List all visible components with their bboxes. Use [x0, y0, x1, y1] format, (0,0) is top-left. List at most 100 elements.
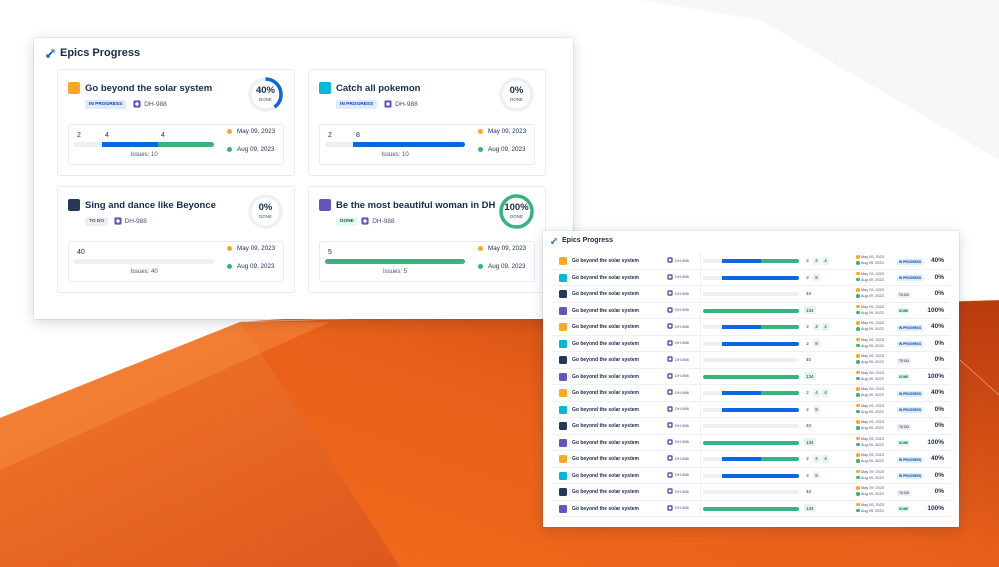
epic-icon [133, 100, 141, 108]
issue-key[interactable]: DH-988 [667, 455, 689, 461]
epic-name[interactable]: Go beyond the solar system [572, 357, 639, 363]
issue-key[interactable]: DH-988 [113, 217, 147, 225]
end-date: Aug 09, 2023 [856, 508, 884, 514]
table-row[interactable]: Go beyond the solar system DH-988 40 May 09… [552, 352, 950, 369]
epic-name[interactable]: Go beyond the solar system [572, 440, 639, 446]
start-date-text: May 09, 2023 [861, 321, 885, 325]
end-date-text: Aug 09, 2023 [861, 261, 884, 265]
progress-segment [722, 341, 799, 346]
issue-key[interactable]: DH-988 [667, 356, 689, 362]
percent-done: 100% [927, 504, 944, 512]
issue-key-text[interactable]: DH-988 [372, 218, 394, 225]
issue-key-text[interactable]: DH-988 [675, 472, 689, 477]
epic-title[interactable]: Catch all pokemon [336, 83, 420, 94]
segment-count: 40 [77, 249, 85, 256]
issue-key[interactable]: DH-988 [667, 389, 689, 395]
start-date-text: May 09, 2023 [861, 436, 885, 441]
end-date-text: Aug 09, 2023 [861, 360, 884, 364]
table-row[interactable]: Go beyond the solar system DH-988 40 May 09… [552, 286, 950, 303]
epic-title[interactable]: Go beyond the solar system [85, 83, 212, 94]
column-divider [700, 434, 701, 451]
issue-key[interactable]: DH-988 [667, 257, 689, 263]
issue-key[interactable]: DH-988 [667, 471, 689, 478]
start-dot-icon [856, 271, 860, 276]
count-chip: 40 [806, 489, 812, 494]
table-row[interactable]: Go beyond the solar system DH-988 2 8 May 09… [552, 269, 950, 286]
issue-key-text[interactable]: DH-988 [675, 357, 689, 362]
table-row[interactable]: Go beyond the solar system DH-988 2 4 4 May 0… [552, 451, 950, 468]
end-dot-icon [856, 376, 860, 381]
epic-card[interactable]: Go beyond the solar system IN PROGRESS DH-… [57, 69, 295, 176]
table-row[interactable]: Go beyond the solar system DH-988 2 4 4 May 0… [552, 319, 950, 336]
issue-key[interactable]: DH-988 [667, 504, 689, 511]
epic-color-swatch [559, 405, 567, 414]
epic-icon [667, 438, 673, 445]
issue-key[interactable]: DH-988 [384, 100, 418, 108]
epic-name[interactable]: Go beyond the solar system [572, 489, 639, 495]
epic-name[interactable]: Go beyond the solar system [572, 423, 639, 429]
issue-key[interactable]: DH-988 [667, 323, 689, 329]
epic-name[interactable]: Go beyond the solar system [572, 258, 639, 264]
table-row[interactable]: Go beyond the solar system DH-988 134 May 0… [552, 368, 950, 385]
epic-name[interactable]: Go beyond the solar system [572, 407, 639, 413]
issue-key[interactable]: DH-988 [133, 100, 167, 108]
table-row[interactable]: Go beyond the solar system DH-988 40 May 09… [552, 484, 950, 501]
table-row[interactable]: Go beyond the solar system DH-988 134 May 0… [552, 500, 950, 517]
end-date-text: Aug 09, 2023 [237, 146, 275, 153]
progress-segment [74, 259, 214, 264]
issue-key[interactable]: DH-988 [361, 217, 395, 225]
issue-key-text[interactable]: DH-988 [144, 101, 166, 108]
issue-key-text[interactable]: DH-988 [675, 423, 689, 428]
table-row[interactable]: Go beyond the solar system DH-988 2 8 May 09… [552, 401, 950, 418]
issue-key[interactable]: DH-988 [667, 306, 689, 313]
issue-key[interactable]: DH-988 [667, 405, 689, 412]
issue-key-text[interactable]: DH-988 [675, 274, 689, 279]
issue-key[interactable]: DH-988 [667, 273, 689, 280]
issue-key[interactable]: DH-988 [667, 438, 689, 445]
epic-name[interactable]: Go beyond the solar system [572, 374, 639, 380]
issue-key-text[interactable]: DH-988 [675, 456, 689, 461]
table-row[interactable]: Go beyond the solar system DH-988 2 8 May 09… [552, 335, 950, 352]
issue-key-text[interactable]: DH-988 [675, 307, 689, 312]
issue-key-text[interactable]: DH-988 [675, 324, 689, 329]
issue-key[interactable]: DH-988 [667, 422, 689, 428]
epic-name[interactable]: Go beyond the solar system [572, 506, 639, 512]
table-row[interactable]: Go beyond the solar system DH-988 134 May 0… [552, 302, 950, 319]
epic-name[interactable]: Go beyond the solar system [572, 341, 639, 347]
epic-card[interactable]: Be the most beautiful woman in DH DONE DH-… [308, 186, 546, 293]
issue-key-text[interactable]: DH-988 [125, 218, 147, 225]
percent-done: 40% [930, 257, 944, 264]
issue-key[interactable]: DH-988 [667, 339, 689, 346]
issue-key-text[interactable]: DH-988 [675, 258, 689, 263]
epic-title[interactable]: Be the most beautiful woman in DH [336, 200, 495, 211]
issue-key[interactable]: DH-988 [667, 372, 689, 379]
count-chip: 134 [804, 372, 816, 380]
issue-key-text[interactable]: DH-988 [675, 291, 689, 296]
epic-name[interactable]: Go beyond the solar system [572, 275, 639, 281]
issue-key-text[interactable]: DH-988 [675, 505, 689, 510]
epic-name[interactable]: Go beyond the solar system [572, 390, 639, 396]
epic-card[interactable]: Sing and dance like Beyonce TO DO DH-988 0%… [57, 186, 295, 293]
issue-key-text[interactable]: DH-988 [675, 390, 689, 395]
epic-card[interactable]: Catch all pokemon IN PROGRESS DH-988 0% DONE… [308, 69, 546, 176]
table-row[interactable]: Go beyond the solar system DH-988 40 May 09… [552, 418, 950, 435]
epic-title[interactable]: Sing and dance like Beyonce [85, 200, 216, 211]
issue-key-text[interactable]: DH-988 [675, 489, 689, 494]
issue-key-text[interactable]: DH-988 [675, 340, 689, 345]
table-row[interactable]: Go beyond the solar system DH-988 134 May 0… [552, 434, 950, 451]
table-row[interactable]: Go beyond the solar system DH-988 2 8 May 09… [552, 467, 950, 484]
issue-key[interactable]: DH-988 [667, 290, 689, 296]
issue-key-text[interactable]: DH-988 [395, 101, 417, 108]
epic-name[interactable]: Go beyond the solar system [572, 308, 639, 314]
issue-key-text[interactable]: DH-988 [675, 373, 689, 378]
epic-name[interactable]: Go beyond the solar system [572, 456, 639, 462]
epic-name[interactable]: Go beyond the solar system [572, 291, 639, 297]
issue-key[interactable]: DH-988 [667, 488, 689, 494]
table-row[interactable]: Go beyond the solar system DH-988 2 4 4 May 0… [552, 385, 950, 402]
table-row[interactable]: Go beyond the solar system DH-988 2 4 4 May 0… [552, 253, 950, 270]
issue-key-text[interactable]: DH-988 [675, 406, 689, 411]
epic-name[interactable]: Go beyond the solar system [572, 473, 639, 479]
jira-logo-icon [46, 48, 55, 58]
epic-name[interactable]: Go beyond the solar system [572, 324, 639, 330]
issue-key-text[interactable]: DH-988 [675, 439, 689, 444]
